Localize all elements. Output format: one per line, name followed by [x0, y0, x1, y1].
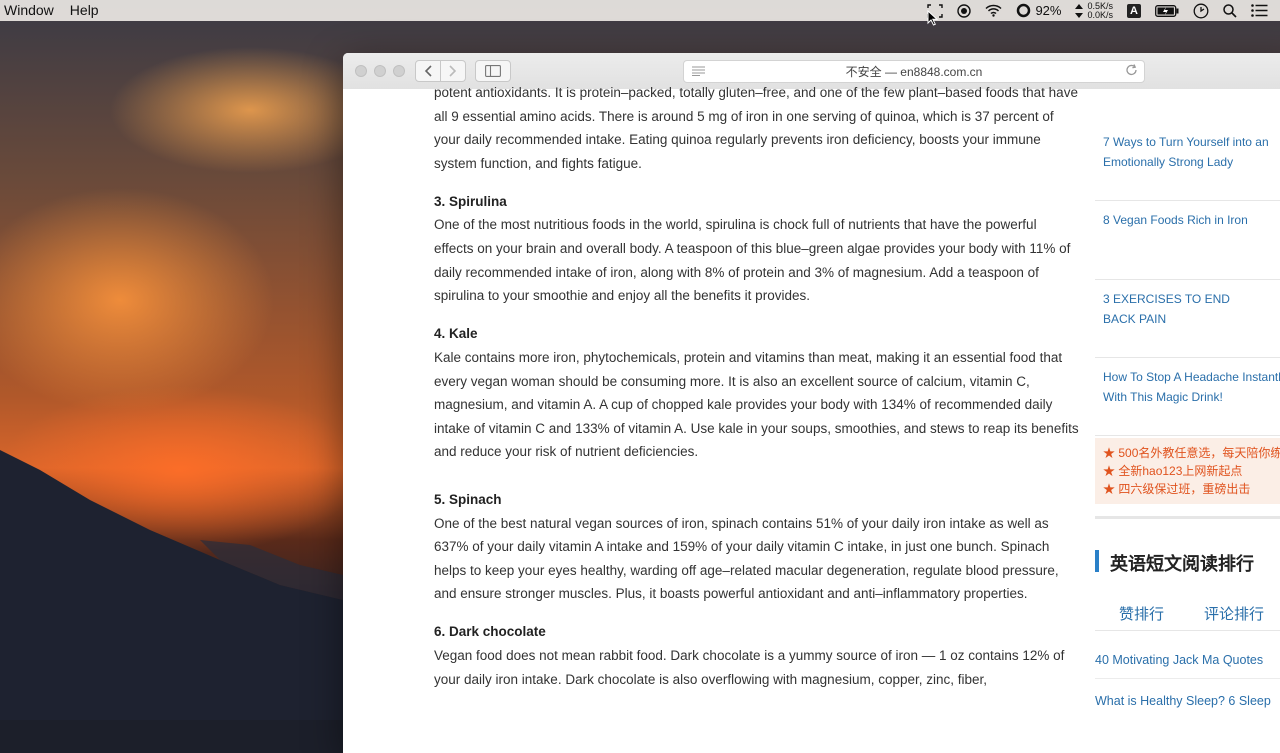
status-area: 92% 0.5K/s 0.0K/s A — [913, 0, 1280, 21]
divider — [1095, 630, 1280, 631]
star-icon: ★ — [1103, 446, 1116, 460]
address-text: 不安全 — en8848.com.cn — [845, 65, 983, 79]
star-icon: ★ — [1103, 464, 1116, 478]
spotlight-search-icon[interactable] — [1223, 0, 1237, 21]
section-body-dark-chocolate: Vegan food does not mean rabbit food. Da… — [434, 647, 1065, 687]
sidebar: 7 Ways to Turn Yourself into an Emotiona… — [1095, 89, 1280, 708]
net-down-speed: 0.0K/s — [1087, 9, 1113, 20]
section-heading-kale: 4. Kale — [434, 326, 478, 342]
record-icon[interactable] — [957, 0, 972, 21]
chevron-right-icon — [449, 65, 457, 77]
tab-comment-ranking[interactable]: 评论排行 — [1204, 603, 1264, 624]
section-heading-spirulina: 3. Spirulina — [434, 193, 507, 209]
section-body-spinach: One of the best natural vegan sources of… — [434, 515, 1059, 602]
ranking-item-healthy-sleep[interactable]: What is Healthy Sleep? 6 Sleep — [1095, 694, 1271, 708]
address-bar[interactable]: 不安全 — en8848.com.cn — [683, 60, 1145, 83]
divider — [1095, 516, 1280, 519]
promo-box: ★ 500名外教任意选，每天陪你练 ★ 全新hao123上网新起点 ★ 四六级保… — [1095, 438, 1280, 504]
sidebar-link-block: 7 Ways to Turn Yourself into an Emotiona… — [1095, 89, 1280, 201]
star-icon: ★ — [1103, 482, 1116, 496]
page-content: potent antioxidants. It is protein–packe… — [343, 85, 1280, 753]
sidebar-link-block: 8 Vegan Foods Rich in Iron — [1095, 201, 1280, 280]
browser-window: 不安全 — en8848.com.cn potent antioxidants.… — [343, 53, 1280, 753]
close-window-button[interactable] — [355, 65, 367, 77]
sidebar-icon — [485, 65, 501, 77]
divider — [1095, 678, 1280, 679]
battery-icon[interactable] — [1155, 0, 1179, 21]
sidebar-link-back-pain[interactable]: 3 EXERCISES TO END BACK PAIN — [1103, 289, 1263, 329]
menu-bar: Window Help 92% 0.5K/s 0.0K/s A — [0, 0, 1280, 21]
back-button[interactable] — [415, 60, 441, 82]
ranking-title: 英语短文阅读排行 — [1110, 554, 1254, 574]
sidebar-link-block: 3 EXERCISES TO END BACK PAIN — [1095, 280, 1280, 358]
wifi-icon[interactable] — [985, 0, 1002, 21]
input-method-icon[interactable]: A — [1127, 3, 1141, 18]
section-heading-dark-chocolate: 6. Dark chocolate — [434, 624, 546, 640]
clock-icon[interactable] — [1193, 0, 1209, 21]
reload-icon[interactable] — [1125, 63, 1138, 80]
section-heading-spinach: 5. Spinach — [434, 491, 502, 507]
ranking-accent-bar — [1095, 550, 1099, 572]
nav-buttons — [415, 60, 466, 82]
notification-center-icon[interactable] — [1251, 0, 1268, 21]
updown-arrows-icon — [1075, 0, 1084, 21]
network-speed[interactable]: 0.5K/s 0.0K/s — [1087, 1, 1113, 20]
section-body-kale: Kale contains more iron, phytochemicals,… — [434, 349, 1079, 460]
article-intro: potent antioxidants. It is protein–packe… — [434, 85, 1078, 171]
zoom-window-button[interactable] — [393, 65, 405, 77]
section-body-spirulina: One of the most nutritious foods in the … — [434, 217, 1071, 304]
sidebar-toggle-button[interactable] — [475, 60, 511, 82]
sidebar-link-emotionally-strong[interactable]: 7 Ways to Turn Yourself into an Emotiona… — [1103, 132, 1280, 172]
sidebar-link-vegan-foods[interactable]: 8 Vegan Foods Rich in Iron — [1103, 210, 1280, 230]
sidebar-link-block: How To Stop A Headache Instantly With Th… — [1095, 358, 1280, 436]
ranking-item-jack-ma[interactable]: 40 Motivating Jack Ma Quotes — [1095, 653, 1263, 667]
promo-item[interactable]: ★ 全新hao123上网新起点 — [1103, 462, 1280, 480]
mouse-cursor-icon — [927, 10, 938, 26]
promo-item[interactable]: ★ 500名外教任意选，每天陪你练 — [1103, 444, 1280, 462]
reader-icon[interactable] — [692, 65, 705, 79]
sidebar-link-headache[interactable]: How To Stop A Headache Instantly With Th… — [1103, 367, 1280, 407]
mountain-silhouette — [0, 450, 343, 720]
cpu-percent[interactable]: 92% — [1035, 0, 1061, 21]
menu-window[interactable]: Window — [0, 0, 64, 21]
promo-item[interactable]: ★ 四六级保过班，重磅出击 — [1103, 480, 1280, 498]
minimize-window-button[interactable] — [374, 65, 386, 77]
tab-like-ranking[interactable]: 赞排行 — [1119, 603, 1164, 624]
article-body: potent antioxidants. It is protein–packe… — [434, 81, 1079, 691]
chevron-left-icon — [424, 65, 432, 77]
forward-button[interactable] — [441, 60, 466, 82]
menu-help[interactable]: Help — [64, 0, 109, 21]
progress-ring-icon[interactable] — [1016, 0, 1031, 21]
